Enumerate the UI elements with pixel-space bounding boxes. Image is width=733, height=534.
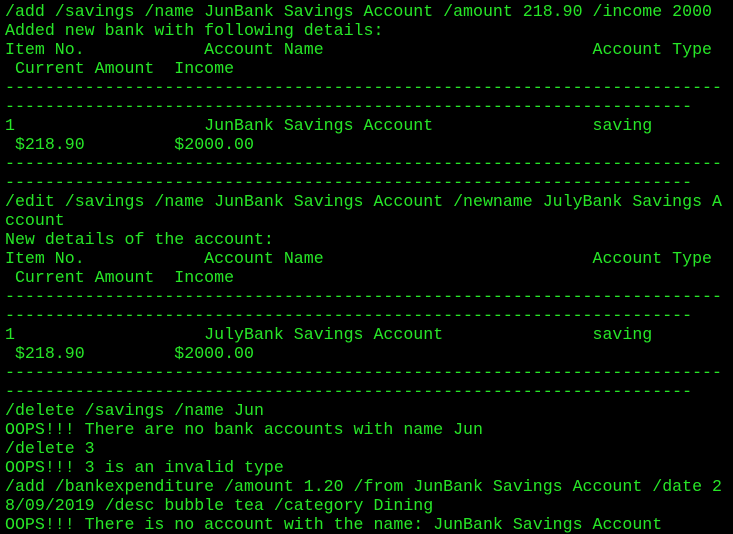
error-message: OOPS!!! 3 is an invalid type <box>5 458 284 477</box>
table-header-row: Item No. Account Name Account Type <box>5 249 713 268</box>
table-row: 1 JunBank Savings Account saving <box>5 116 653 135</box>
table-divider: ----------------------------------------… <box>5 97 693 116</box>
error-message: OOPS!!! There are no bank accounts with … <box>5 420 483 439</box>
command-line-add-bankexpenditure-continued: 8/09/2019 /desc bubble tea /category Din… <box>5 496 434 515</box>
table-header-row-continued: Current Amount Income <box>5 268 235 287</box>
command-line-add-bankexpenditure: /add /bankexpenditure /amount 1.20 /from… <box>5 477 722 496</box>
table-row-continued: $218.90 $2000.00 <box>5 135 254 154</box>
error-message: OOPS!!! There is no account with the nam… <box>5 515 663 534</box>
table-row: 1 JulyBank Savings Account saving <box>5 325 653 344</box>
status-message-new-details: New details of the account: <box>5 230 274 249</box>
command-line-add-savings: /add /savings /name JunBank Savings Acco… <box>5 2 713 21</box>
table-row-continued: $218.90 $2000.00 <box>5 344 254 363</box>
command-line-delete: /delete 3 <box>5 439 95 458</box>
command-line-edit-savings-continued: ccount <box>5 211 65 230</box>
table-divider: ----------------------------------------… <box>5 287 722 306</box>
status-message-added: Added new bank with following details: <box>5 21 384 40</box>
table-divider: ----------------------------------------… <box>5 78 722 97</box>
command-line-delete-savings: /delete /savings /name Jun <box>5 401 264 420</box>
table-divider: ----------------------------------------… <box>5 382 693 401</box>
command-line-edit-savings: /edit /savings /name JunBank Savings Acc… <box>5 192 722 211</box>
table-divider: ----------------------------------------… <box>5 173 693 192</box>
terminal-output[interactable]: /add /savings /name JunBank Savings Acco… <box>5 2 733 534</box>
table-divider: ----------------------------------------… <box>5 363 722 382</box>
table-divider: ----------------------------------------… <box>5 154 722 173</box>
table-header-row-continued: Current Amount Income <box>5 59 235 78</box>
table-divider: ----------------------------------------… <box>5 306 693 325</box>
table-header-row: Item No. Account Name Account Type <box>5 40 713 59</box>
